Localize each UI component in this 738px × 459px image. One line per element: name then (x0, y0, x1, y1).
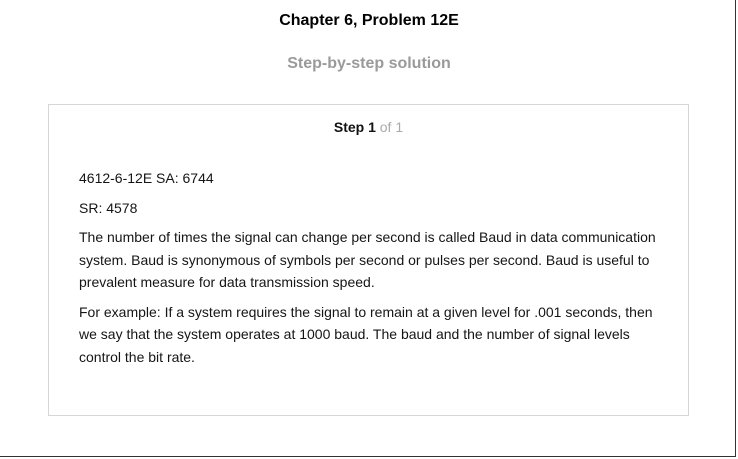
step-paragraph: The number of times the signal can chang… (79, 229, 656, 290)
step-count: of 1 (375, 119, 404, 135)
step-paragraph: SR: 4578 (79, 199, 138, 216)
step-header: Step 1 of 1 (49, 119, 688, 135)
step-body: 4612-6-12E SA: 6744 SR: 4578 The number … (79, 167, 659, 375)
step-paragraph: 4612-6-12E SA: 6744 (79, 170, 214, 186)
step-label: Step 1 (333, 119, 376, 135)
step-card: Step 1 of 1 4612-6-12E SA: 6744 SR: 4578… (48, 104, 689, 416)
page-subtitle: Step-by-step solution (287, 55, 451, 72)
step-paragraph: For example: If a system requires the si… (79, 303, 653, 365)
page-title: Chapter 6, Problem 12E (279, 12, 459, 29)
